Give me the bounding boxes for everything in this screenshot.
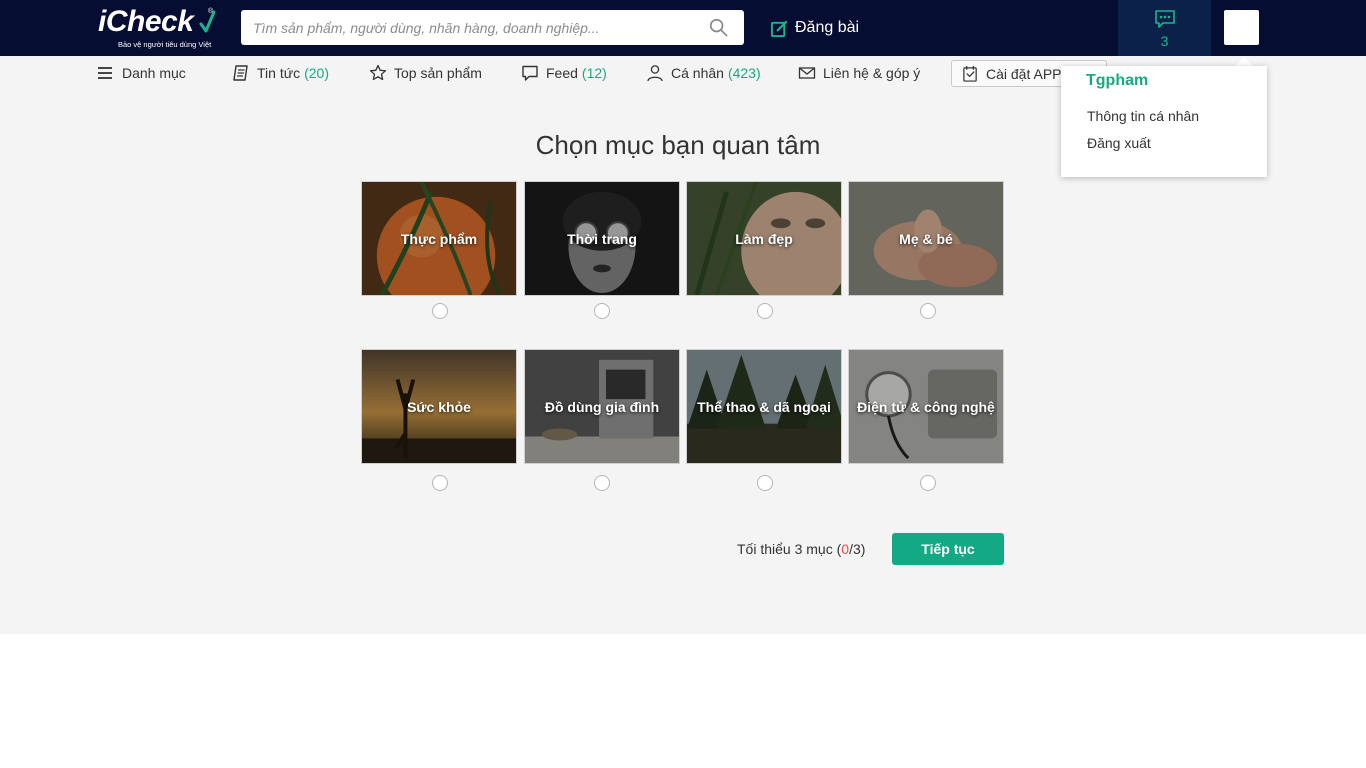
category-label: Làm đẹp [735,230,793,247]
nav-top-products[interactable]: Top sản phẩm [369,64,482,82]
user-icon [647,65,663,82]
category-label: Đồ dùng gia đình [544,398,660,415]
category-label: Sức khỏe [407,398,471,415]
install-app-label: Cài đặt APP i [986,65,1069,82]
menu-item-profile[interactable]: Thông tin cá nhân [1087,108,1199,124]
category-tile-food[interactable]: Thực phẩm [361,181,517,296]
nav-feed[interactable]: Feed (12) [521,64,607,82]
min-prefix: Tối thiểu 3 mục ( [737,541,842,557]
avatar[interactable] [1224,10,1259,45]
nav-news-count: (20) [304,65,329,81]
nav-menu[interactable]: Danh mục [97,64,186,82]
nav-news-label: Tin tức [257,65,301,81]
category-label: Thể thao & dã ngoại [697,398,831,415]
minimum-selection-note: Tối thiểu 3 mục (0/3) [737,541,865,557]
star-icon [369,64,387,81]
registered-mark: ® [208,8,214,15]
app-download-icon [963,65,977,82]
category-tile-household[interactable]: Đồ dùng gia đình [524,349,680,464]
category-label: Điện tử & công nghệ [857,398,995,415]
category-radio-mother-baby[interactable] [920,303,936,319]
category-tile-sports[interactable]: Thể thao & dã ngoại [686,349,842,464]
category-radio-food[interactable] [432,303,448,319]
hamburger-icon [98,67,112,79]
user-dropdown-menu: Tgpham Thông tin cá nhân Đăng xuất [1061,66,1267,177]
mail-icon [798,67,816,79]
category-tile-electronics[interactable]: Điện tử & công nghệ [848,349,1004,464]
comment-icon [522,65,538,81]
category-label: Thời trang [567,230,637,247]
nav-personal[interactable]: Cá nhân (423) [646,64,761,82]
category-label: Mẹ & bé [899,230,953,247]
category-label: Thực phẩm [400,230,478,247]
menu-item-logout[interactable]: Đăng xuất [1087,135,1151,151]
top-header: iCheck ® Bảo vệ người tiêu dùng Việt Đăn… [0,0,1366,56]
logo-text: iCheck [98,5,194,38]
nav-contact-label: Liên hệ & góp ý [823,65,921,81]
nav-top-products-label: Top sản phẩm [394,65,482,81]
dropdown-username: Tgpham [1086,72,1149,89]
edit-icon [770,20,788,37]
nav-news[interactable]: Tin tức (20) [232,64,329,82]
category-radio-health[interactable] [432,475,448,491]
search-icon[interactable] [709,18,728,37]
category-tile-mother-baby[interactable]: Mẹ & bé [848,181,1004,296]
min-suffix: /3) [849,541,866,557]
create-post-label: Đăng bài [795,19,860,36]
nav-feed-label: Feed [546,65,578,81]
category-radio-electronics[interactable] [920,475,936,491]
create-post-button[interactable]: Đăng bài [770,17,859,39]
selected-count: 0 [841,541,850,557]
chat-bubble-icon [1155,10,1175,28]
category-tile-beauty[interactable]: Làm đẹp [686,181,842,296]
category-radio-fashion[interactable] [594,303,610,319]
category-tile-health[interactable]: Sức khỏe [361,349,517,464]
nav-feed-count: (12) [581,65,607,81]
category-tile-fashion[interactable]: Thời trang [524,181,680,296]
search-bar [241,10,744,45]
newspaper-icon [233,65,248,81]
nav-personal-label: Cá nhân [671,65,724,81]
search-input[interactable] [241,10,701,45]
continue-button[interactable]: Tiếp tục [892,533,1004,565]
category-radio-sports[interactable] [757,475,773,491]
nav-contact[interactable]: Liên hệ & góp ý [798,64,920,82]
nav-personal-count: (423) [727,65,761,81]
category-radio-household[interactable] [594,475,610,491]
dropdown-caret [1235,57,1253,66]
logo-tagline: Bảo vệ người tiêu dùng Việt [118,40,212,49]
nav-menu-label: Danh mục [122,65,186,81]
message-count: 3 [1160,33,1169,49]
icheck-logo[interactable]: iCheck ® Bảo vệ người tiêu dùng Việt [98,6,218,52]
category-radio-beauty[interactable] [757,303,773,319]
messages-button[interactable]: 3 [1118,0,1211,56]
